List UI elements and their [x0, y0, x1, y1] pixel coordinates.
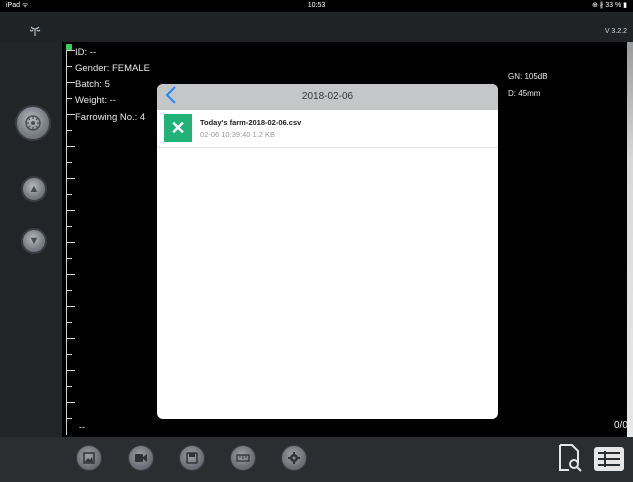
scale-tick [67, 130, 72, 131]
settings-wheel-icon [17, 107, 49, 139]
weight-label: Weight: -- [75, 95, 117, 106]
gender-label: Gender: FEMALE [75, 63, 150, 74]
document-search-icon[interactable] [558, 443, 582, 473]
depth-readout: D: 45mm [508, 89, 541, 98]
scale-tick [67, 258, 72, 259]
bottom-value: -- [79, 422, 85, 432]
settings-button[interactable] [281, 445, 307, 471]
scale-tick [67, 82, 75, 83]
batch-label: Batch: 5 [75, 79, 110, 90]
list-column-line [604, 451, 606, 467]
file-meta: 02-06 10:39:40 1.2 KB [200, 130, 276, 139]
file-list-item[interactable]: ✕ Today's farm-2018-02-06.csv 02-06 10:3… [157, 110, 498, 148]
antenna-icon [29, 26, 41, 38]
scale-tick [67, 418, 72, 419]
gray-scale-bar [627, 42, 633, 437]
save-icon [180, 446, 204, 470]
list-row-line [598, 464, 620, 466]
scale-tick [67, 370, 75, 371]
app-screen: iPad ᯤ 10:53 ⊕ ∦ 33 % ▮ V 3.2.2 ▲ ▼ ID: … [0, 0, 633, 482]
scale-tick [67, 210, 75, 211]
scale-tick [67, 338, 75, 339]
id-label: ID: -- [75, 47, 97, 58]
scale-tick [67, 66, 72, 67]
dialog-title: 2018-02-06 [301, 91, 354, 102]
image-button[interactable] [76, 445, 102, 471]
depth-scale [66, 50, 76, 435]
list-icon[interactable] [594, 447, 624, 471]
dialog-header: 2018-02-06 [157, 84, 498, 110]
scale-tick [67, 178, 75, 179]
scale-tick [67, 162, 72, 163]
battery-status: ⊕ ∦ 33 % ▮ [591, 2, 627, 9]
scale-tick [67, 146, 75, 147]
down-button[interactable]: ▼ [21, 228, 47, 254]
scale-tick [67, 242, 75, 243]
image-icon [77, 446, 101, 470]
scale-tick [67, 386, 72, 387]
file-browser-dialog: 2018-02-06 ✕ Today's farm-2018-02-06.csv… [157, 84, 498, 419]
gain-knob[interactable] [15, 105, 51, 141]
measure-button[interactable] [230, 445, 256, 471]
scale-tick [67, 226, 72, 227]
scale-tick [67, 274, 75, 275]
scale-tick [67, 402, 75, 403]
arrow-up-icon: ▲ [28, 183, 40, 195]
left-control-panel: ▲ ▼ [0, 42, 62, 437]
video-camera-icon [129, 446, 153, 470]
scale-tick [67, 306, 75, 307]
bottom-toolbar [0, 437, 633, 482]
scale-tick [67, 114, 75, 115]
scale-tick [67, 354, 72, 355]
list-row-line [598, 452, 620, 454]
excel-icon: ✕ [164, 114, 192, 142]
status-bar: iPad ᯤ 10:53 ⊕ ∦ 33 % ▮ [0, 0, 633, 12]
scale-tick [67, 322, 72, 323]
gain-readout: GN: 105dB [508, 72, 548, 81]
chevron-left-icon [165, 86, 176, 104]
scale-tick [67, 50, 75, 51]
image-counter: 0/0 [614, 420, 628, 431]
ruler-icon [231, 446, 255, 470]
app-bar: V 3.2.2 [0, 12, 633, 42]
list-row-line [598, 458, 620, 460]
video-button[interactable] [128, 445, 154, 471]
arrow-down-icon: ▼ [28, 235, 40, 247]
clock: 10:53 [307, 2, 326, 9]
back-button[interactable] [165, 86, 181, 108]
scale-tick [67, 290, 72, 291]
version-label: V 3.2.2 [604, 28, 627, 35]
scale-tick [67, 98, 72, 99]
gear-icon [282, 446, 306, 470]
save-button[interactable] [179, 445, 205, 471]
farrowing-label: Farrowing No.: 4 [75, 112, 146, 123]
up-button[interactable]: ▲ [21, 176, 47, 202]
file-name: Today's farm-2018-02-06.csv [200, 118, 302, 127]
scale-tick [67, 194, 72, 195]
